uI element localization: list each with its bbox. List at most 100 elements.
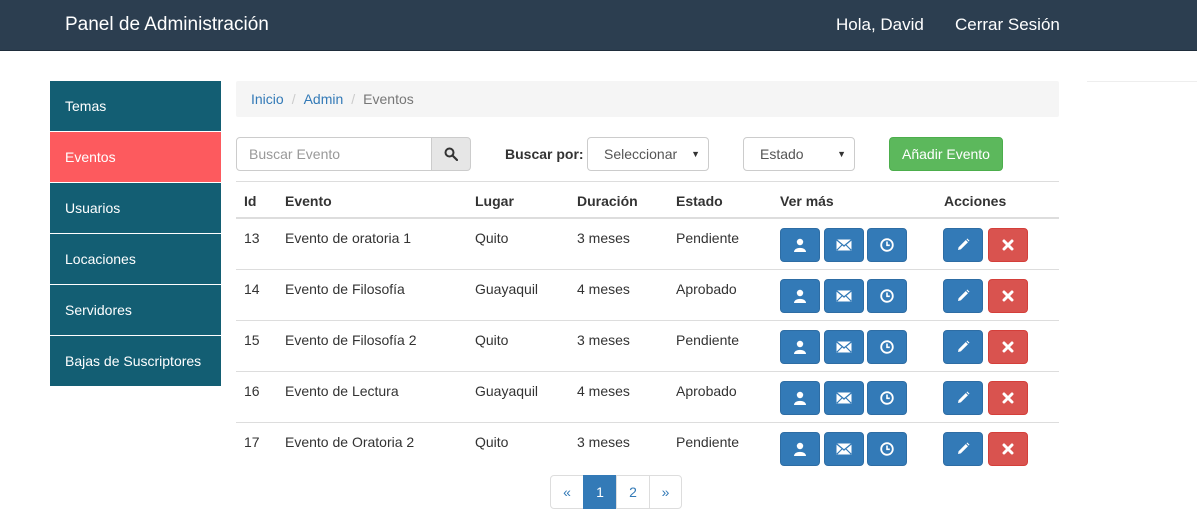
view-schedule-button[interactable] xyxy=(867,279,907,313)
top-navbar: Panel de Administración Hola, David Cerr… xyxy=(0,0,1197,51)
breadcrumb: Inicio / Admin / Eventos xyxy=(236,81,1059,117)
breadcrumb-separator: / xyxy=(351,91,356,107)
header-lugar: Lugar xyxy=(475,193,514,209)
pencil-icon xyxy=(956,340,970,354)
status-select[interactable]: Estado ▼ xyxy=(743,137,855,171)
search-button[interactable] xyxy=(431,137,471,171)
table-row: 14 Evento de Filosofía Guayaquil 4 meses Apr… xyxy=(236,270,1059,321)
pencil-icon xyxy=(956,391,970,405)
search-group xyxy=(236,137,471,171)
header-duracion: Duración xyxy=(577,193,638,209)
pagination: « 1 2 » xyxy=(550,475,682,509)
breadcrumb-inicio[interactable]: Inicio xyxy=(251,91,284,107)
envelope-icon xyxy=(836,341,852,353)
edit-button[interactable] xyxy=(943,432,983,466)
cell-estado: Pendiente xyxy=(676,230,740,246)
sidebar-item-usuarios[interactable]: Usuarios xyxy=(50,183,221,234)
send-email-button[interactable] xyxy=(824,279,864,313)
cell-duracion: 4 meses xyxy=(577,383,630,399)
cell-lugar: Quito xyxy=(475,332,509,348)
pencil-icon xyxy=(956,442,970,456)
header-estado: Estado xyxy=(676,193,723,209)
cell-estado: Pendiente xyxy=(676,332,740,348)
clock-icon xyxy=(880,289,894,303)
edit-button[interactable] xyxy=(943,330,983,364)
user-icon xyxy=(793,391,807,405)
table-row: 16 Evento de Lectura Guayaquil 4 meses Aprob… xyxy=(236,372,1059,423)
remove-icon xyxy=(1002,392,1014,404)
view-user-button[interactable] xyxy=(780,330,820,364)
send-email-button[interactable] xyxy=(824,381,864,415)
table-row: 15 Evento de Filosofía 2 Quito 3 meses Pendi… xyxy=(236,321,1059,372)
edit-button[interactable] xyxy=(943,279,983,313)
cell-evento: Evento de Filosofía xyxy=(285,281,405,297)
view-user-button[interactable] xyxy=(780,279,820,313)
sidebar-item-bajas[interactable]: Bajas de Suscriptores xyxy=(50,336,221,386)
table-row: 17 Evento de Oratoria 2 Quito 3 meses Pendie… xyxy=(236,423,1059,474)
clock-icon xyxy=(880,340,894,354)
send-email-button[interactable] xyxy=(824,330,864,364)
send-email-button[interactable] xyxy=(824,432,864,466)
remove-icon xyxy=(1002,290,1014,302)
sidebar: Temas Eventos Usuarios Locaciones Servid… xyxy=(50,81,221,386)
search-icon xyxy=(444,147,458,161)
view-schedule-button[interactable] xyxy=(867,381,907,415)
edit-button[interactable] xyxy=(943,228,983,262)
view-schedule-button[interactable] xyxy=(867,228,907,262)
events-table: Id Evento Lugar Duración Estado Ver más … xyxy=(236,181,1059,474)
sidebar-item-temas[interactable]: Temas xyxy=(50,81,221,132)
cell-estado: Aprobado xyxy=(676,281,737,297)
table-row: 13 Evento de oratoria 1 Quito 3 meses Pendie… xyxy=(236,219,1059,270)
user-icon xyxy=(793,289,807,303)
user-icon xyxy=(793,238,807,252)
pagination-next[interactable]: » xyxy=(649,475,682,509)
cell-evento: Evento de Oratoria 2 xyxy=(285,434,415,450)
table-body: 13 Evento de oratoria 1 Quito 3 meses Pendie… xyxy=(236,219,1059,474)
view-user-button[interactable] xyxy=(780,432,820,466)
envelope-icon xyxy=(836,392,852,404)
send-email-button[interactable] xyxy=(824,228,864,262)
envelope-icon xyxy=(836,239,852,251)
logout-link[interactable]: Cerrar Sesión xyxy=(955,15,1060,35)
table-header: Id Evento Lugar Duración Estado Ver más … xyxy=(236,181,1059,219)
breadcrumb-eventos: Eventos xyxy=(363,91,414,107)
add-event-button[interactable]: Añadir Evento xyxy=(889,137,1003,171)
clock-icon xyxy=(880,238,894,252)
search-input[interactable] xyxy=(236,137,432,171)
breadcrumb-separator: / xyxy=(291,91,296,107)
clock-icon xyxy=(880,442,894,456)
remove-icon xyxy=(1002,239,1014,251)
divider xyxy=(1087,81,1197,82)
sidebar-item-servidores[interactable]: Servidores xyxy=(50,285,221,336)
pagination-prev[interactable]: « xyxy=(550,475,584,509)
pencil-icon xyxy=(956,289,970,303)
sidebar-item-locaciones[interactable]: Locaciones xyxy=(50,234,221,285)
delete-button[interactable] xyxy=(988,228,1028,262)
view-schedule-button[interactable] xyxy=(867,330,907,364)
delete-button[interactable] xyxy=(988,432,1028,466)
delete-button[interactable] xyxy=(988,330,1028,364)
app-brand[interactable]: Panel de Administración xyxy=(65,14,269,36)
user-icon xyxy=(793,340,807,354)
cell-estado: Aprobado xyxy=(676,383,737,399)
user-icon xyxy=(793,442,807,456)
delete-button[interactable] xyxy=(988,279,1028,313)
sidebar-item-eventos[interactable]: Eventos xyxy=(50,132,221,183)
cell-id: 15 xyxy=(244,332,260,348)
pagination-page-2[interactable]: 2 xyxy=(616,475,650,509)
user-greeting[interactable]: Hola, David xyxy=(836,15,924,35)
cell-id: 14 xyxy=(244,281,260,297)
filter-select[interactable]: Seleccionar ▼ xyxy=(587,137,709,171)
cell-lugar: Guayaquil xyxy=(475,281,539,297)
view-schedule-button[interactable] xyxy=(867,432,907,466)
breadcrumb-admin[interactable]: Admin xyxy=(304,91,344,107)
cell-lugar: Quito xyxy=(475,434,509,450)
envelope-icon xyxy=(836,443,852,455)
delete-button[interactable] xyxy=(988,381,1028,415)
pagination-page-1[interactable]: 1 xyxy=(583,475,617,509)
cell-duracion: 3 meses xyxy=(577,230,630,246)
view-user-button[interactable] xyxy=(780,381,820,415)
view-user-button[interactable] xyxy=(780,228,820,262)
edit-button[interactable] xyxy=(943,381,983,415)
status-select-value: Estado xyxy=(760,146,804,162)
